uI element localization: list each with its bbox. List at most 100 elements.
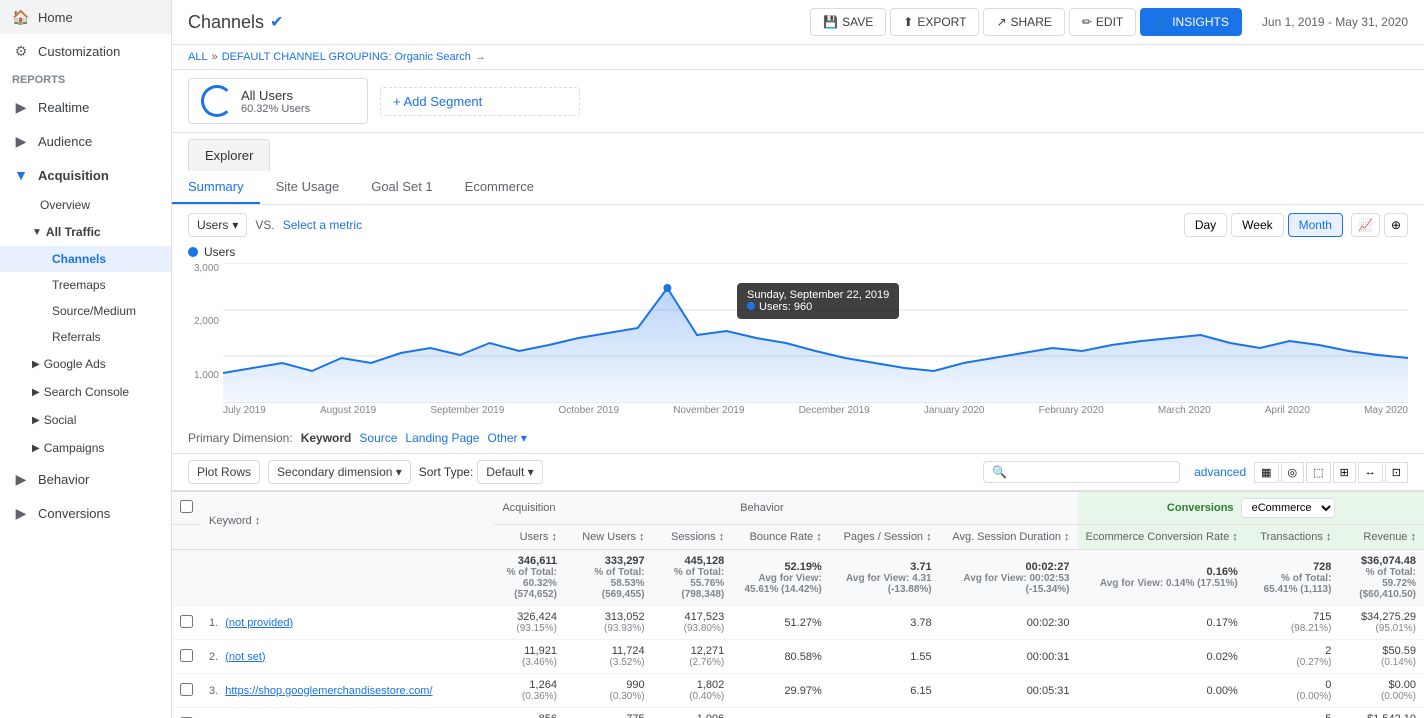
save-button[interactable]: 💾 SAVE	[810, 8, 886, 36]
sidebar-item-treemaps[interactable]: Treemaps	[0, 272, 171, 298]
compare-view-button[interactable]: ⬚	[1306, 462, 1330, 483]
conversions-dropdown[interactable]: eCommerce	[1241, 498, 1335, 518]
row-sessions: 1,096(0.25%)	[653, 708, 733, 718]
pie-view-button[interactable]: ◎	[1281, 462, 1305, 483]
explorer-tab[interactable]: Explorer	[188, 139, 270, 171]
keyword-link[interactable]: (not provided)	[225, 617, 293, 629]
keyword-link[interactable]: https://shop.googlemerchandisestore.com/	[225, 685, 432, 697]
breadcrumb-channel-grouping[interactable]: DEFAULT CHANNEL GROUPING: Organic Search	[222, 51, 471, 63]
select-metric-link[interactable]: Select a metric	[283, 218, 362, 232]
advanced-link[interactable]: advanced	[1194, 465, 1246, 479]
row-avg-session: 00:02:30	[940, 606, 1078, 640]
th-revenue[interactable]: Revenue ↕	[1339, 525, 1424, 550]
total-sessions: 445,128 % of Total: 55.76% (798,348)	[653, 550, 733, 606]
sidebar-item-behavior[interactable]: ▶ Behavior	[0, 462, 171, 496]
metric-dropdown[interactable]: Users ▾	[188, 213, 247, 237]
keyword-link[interactable]: (not set)	[225, 651, 265, 663]
insights-button[interactable]: 👤 INSIGHTS	[1140, 8, 1242, 36]
day-button[interactable]: Day	[1184, 213, 1227, 237]
audience-icon: ▶	[12, 132, 30, 150]
row-new-users: 990(0.30%)	[565, 674, 653, 708]
th-bounce-rate[interactable]: Bounce Rate ↕	[732, 525, 830, 550]
sidebar-item-alltraffic[interactable]: ▼ All Traffic	[0, 218, 171, 246]
th-ecomm-rate[interactable]: Ecommerce Conversion Rate ↕	[1078, 525, 1246, 550]
plot-rows-button[interactable]: Plot Rows	[188, 460, 260, 484]
row-keyword: 4. google merchandise store	[201, 708, 494, 718]
acquisition-icon: ▼	[12, 166, 30, 184]
tab-goal-set[interactable]: Goal Set 1	[355, 171, 448, 204]
month-button[interactable]: Month	[1288, 213, 1343, 237]
sidebar-item-overview[interactable]: Overview	[0, 192, 171, 218]
row-sessions: 12,271(2.76%)	[653, 640, 733, 674]
tab-ecommerce[interactable]: Ecommerce	[449, 171, 550, 204]
sidebar-item-referrals[interactable]: Referrals	[0, 324, 171, 350]
row-transactions: 0(0.00%)	[1246, 674, 1340, 708]
dim-keyword[interactable]: Keyword	[301, 431, 352, 445]
add-segment-button[interactable]: + Add Segment	[380, 87, 580, 116]
reports-section-label: REPORTS	[0, 68, 171, 90]
breadcrumb-all[interactable]: ALL	[188, 51, 208, 63]
behavior-icon: ▶	[12, 470, 30, 488]
row-select-checkbox[interactable]	[180, 615, 193, 628]
row-bounce-rate: 47.45%	[732, 708, 830, 718]
dim-landing-page[interactable]: Landing Page	[405, 431, 479, 445]
pie-chart-button[interactable]: ⊕	[1384, 213, 1408, 237]
share-button[interactable]: ↗ SHARE	[983, 8, 1064, 36]
total-checkbox	[172, 550, 201, 606]
grid-view-button[interactable]: ▦	[1254, 462, 1278, 483]
th-sessions[interactable]: Sessions ↕	[653, 525, 733, 550]
tab-summary[interactable]: Summary	[172, 171, 260, 204]
sidebar-item-sourcemedium[interactable]: Source/Medium	[0, 298, 171, 324]
sidebar-item-campaigns[interactable]: ▶ Campaigns	[0, 434, 171, 462]
date-range[interactable]: Jun 1, 2019 - May 31, 2020	[1262, 15, 1408, 29]
row-avg-session: 00:05:31	[940, 674, 1078, 708]
row-select-checkbox[interactable]	[180, 649, 193, 662]
line-chart-svg	[223, 263, 1408, 403]
nav-tabs: Summary Site Usage Goal Set 1 Ecommerce	[172, 171, 1424, 205]
total-users: 346,611 % of Total: 60.32% (574,652)	[494, 550, 565, 606]
page-header: Channels ✔ 💾 SAVE ⬆ EXPORT ↗ SHARE ✏ EDI…	[172, 0, 1424, 45]
sidebar-item-acquisition[interactable]: ▼ Acquisition	[0, 158, 171, 192]
sidebar-item-social[interactable]: ▶ Social	[0, 406, 171, 434]
sidebar-item-customization[interactable]: ⚙ Customization	[0, 34, 171, 68]
view-icons: 📈 ⊕	[1351, 213, 1408, 237]
lifecycle-view-button[interactable]: ↔	[1358, 462, 1383, 483]
th-new-users[interactable]: New Users ↕	[565, 525, 653, 550]
sidebar-item-home[interactable]: 🏠 Home	[0, 0, 171, 34]
sidebar-item-conversions[interactable]: ▶ Conversions	[0, 496, 171, 530]
secondary-dimension-button[interactable]: Secondary dimension ▾	[268, 460, 411, 484]
sidebar-item-channels[interactable]: Channels	[0, 246, 171, 272]
sidebar-item-searchconsole[interactable]: ▶ Search Console	[0, 378, 171, 406]
scatter-view-button[interactable]: ⊡	[1385, 462, 1408, 483]
export-button[interactable]: ⬆ EXPORT	[890, 8, 979, 36]
sort-type-button[interactable]: Default ▾	[477, 460, 542, 484]
sidebar-item-googleads[interactable]: ▶ Google Ads	[0, 350, 171, 378]
select-all-checkbox[interactable]	[180, 500, 193, 513]
th-transactions[interactable]: Transactions ↕	[1246, 525, 1340, 550]
th-avg-session[interactable]: Avg. Session Duration ↕	[940, 525, 1078, 550]
segment-pct: 60.32% Users	[241, 103, 310, 115]
th-users[interactable]: Users ↕	[494, 525, 565, 550]
sidebar-item-audience[interactable]: ▶ Audience	[0, 124, 171, 158]
row-select-checkbox[interactable]	[180, 683, 193, 696]
chart-container: 3,000 2,000 1,000 Sunday, September 22, …	[188, 263, 1408, 423]
sidebar-item-realtime[interactable]: ▶ Realtime	[0, 90, 171, 124]
edit-button[interactable]: ✏ EDIT	[1069, 8, 1136, 36]
line-chart-button[interactable]: 📈	[1351, 213, 1380, 237]
row-keyword: 3. https://shop.googlemerchandisestore.c…	[201, 674, 494, 708]
search-input[interactable]	[1011, 465, 1171, 479]
verified-badge: ✔	[270, 12, 283, 32]
pivot-view-button[interactable]: ⊞	[1333, 462, 1356, 483]
metric-selector: Users ▾ VS. Select a metric	[188, 213, 362, 237]
th-keyword[interactable]: Keyword ↕	[201, 492, 494, 550]
th-pages-session[interactable]: Pages / Session ↕	[830, 525, 940, 550]
week-button[interactable]: Week	[1231, 213, 1283, 237]
tab-site-usage[interactable]: Site Usage	[260, 171, 356, 204]
table-row: 2. (not set) 11,921(3.46%) 11,724(3.52%)…	[172, 640, 1424, 674]
row-num: 2.	[209, 651, 218, 663]
search-icon: 🔍	[992, 465, 1007, 479]
primary-dimension-row: Primary Dimension: Keyword Source Landin…	[172, 423, 1424, 454]
dim-other[interactable]: Other ▾	[488, 431, 527, 445]
dim-source[interactable]: Source	[359, 431, 397, 445]
main-content: Channels ✔ 💾 SAVE ⬆ EXPORT ↗ SHARE ✏ EDI…	[172, 0, 1424, 718]
